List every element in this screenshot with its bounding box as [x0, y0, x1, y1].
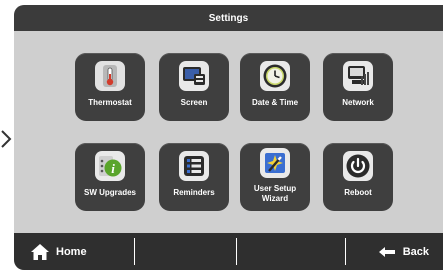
reboot-button[interactable]: Reboot [323, 143, 393, 211]
device-screen: Settings Thermostat Screen Date & Time N… [14, 5, 443, 270]
screen-button[interactable]: Screen [159, 53, 229, 121]
user-setup-wizard-button[interactable]: User Setup Wizard [240, 143, 310, 211]
page-title: Settings [208, 12, 249, 24]
divider [345, 238, 346, 265]
svg-text:i: i [111, 161, 115, 176]
divider [236, 238, 237, 265]
back-label: Back [402, 246, 429, 258]
date-time-button[interactable]: Date & Time [240, 53, 310, 121]
power-icon [343, 151, 373, 181]
tile-label: Reminders [173, 188, 215, 197]
network-icon [343, 61, 373, 91]
tile-label: Network [342, 98, 374, 107]
reminders-button[interactable]: Reminders [159, 143, 229, 211]
screen-icon [179, 61, 209, 91]
info-icon: i [95, 151, 125, 181]
tile-label: Screen [180, 98, 208, 107]
network-button[interactable]: Network [323, 53, 393, 121]
thermostat-button[interactable]: Thermostat [75, 53, 145, 121]
sw-upgrades-button[interactable]: i SW Upgrades [75, 143, 145, 211]
thermometer-icon [95, 61, 125, 91]
tile-label: Reboot [344, 188, 372, 197]
home-label: Home [56, 246, 87, 258]
tile-label: User Setup Wizard [253, 184, 297, 203]
title-bar: Settings [14, 5, 443, 31]
chevron-right-icon[interactable] [0, 128, 12, 150]
back-button[interactable]: Back [378, 237, 429, 267]
home-icon [31, 244, 49, 260]
bottom-bar: Home Back [14, 233, 443, 270]
back-arrow-icon [378, 247, 395, 257]
divider [134, 238, 135, 265]
wizard-icon [260, 148, 290, 178]
home-button[interactable]: Home [30, 237, 87, 267]
tile-label: SW Upgrades [83, 188, 136, 197]
tile-label: Thermostat [88, 98, 132, 107]
tile-label: Date & Time [251, 98, 299, 107]
clock-icon [260, 61, 290, 91]
list-icon [179, 151, 209, 181]
